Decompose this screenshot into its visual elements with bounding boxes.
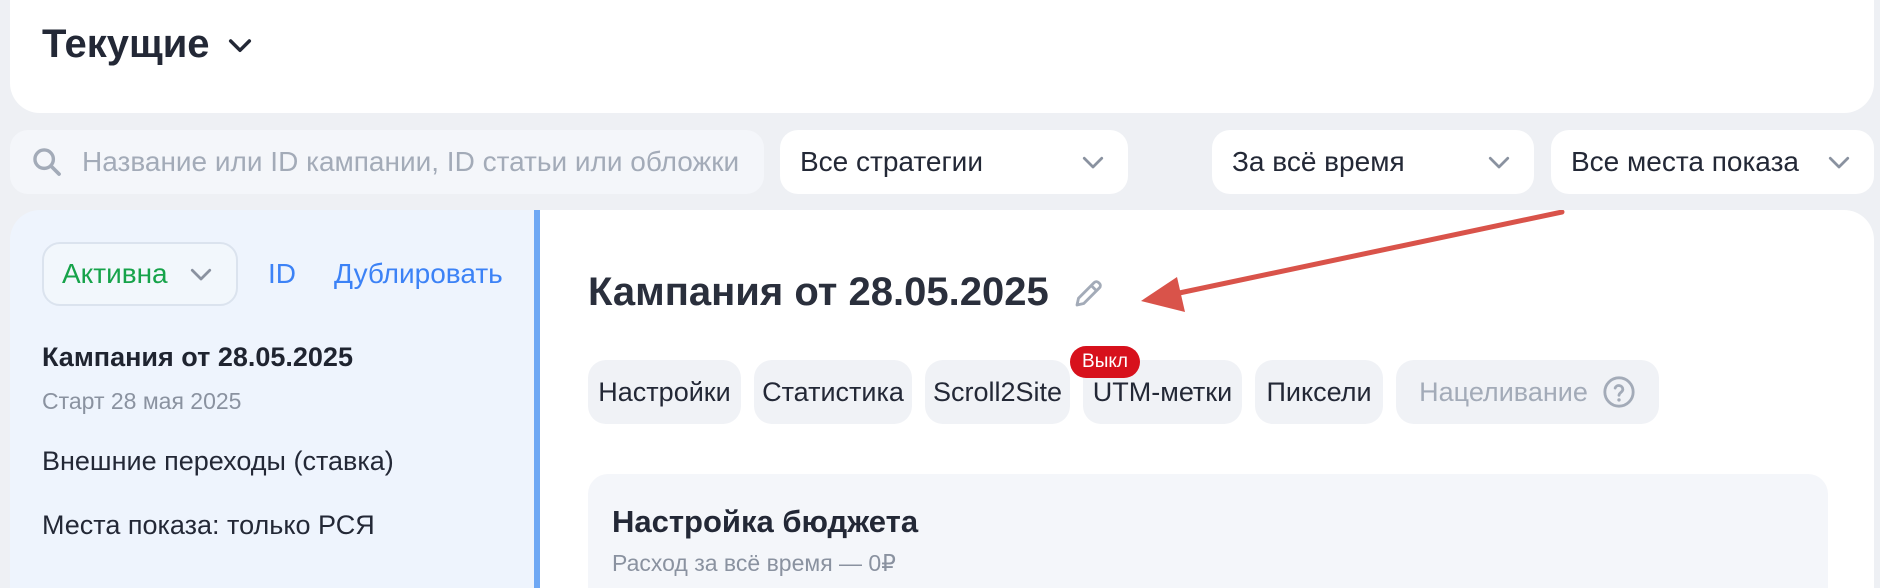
tab-targeting-label: Нацеливание — [1419, 376, 1588, 407]
campaign-start-date: Старт 28 мая 2025 — [42, 388, 242, 414]
chevron-down-icon — [1488, 156, 1510, 169]
scroll2site-status-badge: Выкл — [1070, 346, 1140, 378]
id-link[interactable]: ID — [268, 258, 296, 290]
tab-targeting: Нацеливание — [1396, 360, 1659, 424]
tab-settings[interactable]: Настройки — [588, 360, 741, 424]
campaign-placements: Места показа: только РСЯ — [42, 510, 375, 540]
search-input[interactable] — [82, 146, 762, 178]
strategy-select[interactable]: Все стратегии — [780, 130, 1128, 194]
search-box[interactable] — [10, 130, 764, 194]
budget-card: Настройка бюджета Расход за всё время — … — [588, 474, 1828, 588]
duplicate-link[interactable]: Дублировать — [334, 258, 503, 290]
campaign-title-text: Кампания от 28.05.2025 — [588, 270, 1049, 314]
tab-scroll2site[interactable]: Scroll2Site — [925, 360, 1070, 424]
budget-spend: Расход за всё время — 0₽ — [612, 550, 896, 576]
tab-statistics[interactable]: Статистика — [754, 360, 912, 424]
search-icon — [33, 148, 61, 176]
chevron-down-icon — [190, 268, 212, 281]
chevron-down-icon — [1828, 156, 1850, 169]
campaign-goal: Внешние переходы (ставка) — [42, 446, 394, 476]
help-icon[interactable] — [1602, 375, 1636, 409]
period-select[interactable]: За всё время — [1212, 130, 1534, 194]
budget-title: Настройка бюджета — [612, 504, 919, 539]
campaign-title: Кампания от 28.05.2025 — [588, 270, 1107, 315]
campaign-details-panel: Кампания от 28.05.2025 Настройки Статист… — [540, 210, 1874, 588]
campaign-name: Кампания от 28.05.2025 — [42, 342, 353, 372]
chevron-down-icon — [228, 38, 251, 52]
header-title: Текущие — [42, 22, 210, 66]
period-select-value: За всё время — [1232, 146, 1405, 177]
header-card: Текущие — [10, 0, 1874, 113]
placements-select[interactable]: Все места показа — [1551, 130, 1874, 194]
status-select[interactable]: Активна — [42, 242, 238, 306]
tab-pixels[interactable]: Пиксели — [1255, 360, 1383, 424]
status-value: Активна — [62, 258, 168, 289]
filters-bar: Все стратегии За всё время Все места пок… — [10, 130, 1874, 194]
campaign-filter-dropdown[interactable]: Текущие — [42, 22, 256, 67]
chevron-down-icon — [1082, 156, 1104, 169]
strategy-select-value: Все стратегии — [800, 146, 983, 177]
campaign-list-item[interactable]: Активна ID Дублировать Кампания от 28.05… — [10, 210, 540, 588]
placements-select-value: Все места показа — [1571, 146, 1799, 177]
pencil-icon[interactable] — [1071, 275, 1107, 311]
